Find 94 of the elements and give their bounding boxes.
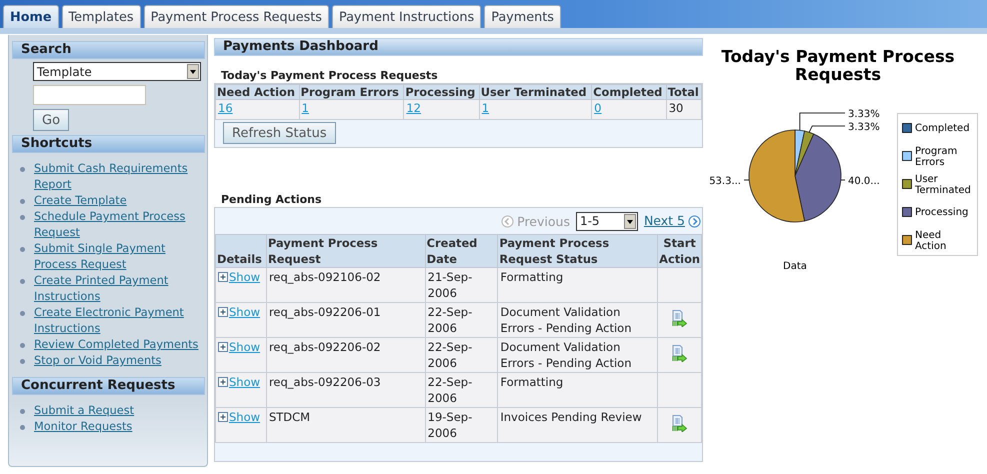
next-link[interactable]: Next 5	[644, 213, 685, 229]
next-icon[interactable]	[688, 214, 701, 228]
shortcut-link[interactable]: Schedule Payment Process Request	[34, 209, 207, 241]
shortcut-link[interactable]: Create Electronic Payment Instructions	[34, 305, 207, 337]
tab[interactable]: Templates	[62, 5, 141, 28]
expand-icon[interactable]	[218, 412, 228, 422]
table-cell: 22-Sep-2006	[425, 302, 498, 338]
legend-label: Program Errors	[915, 146, 958, 168]
column-header: Program Errors	[299, 84, 404, 100]
expand-icon[interactable]	[218, 342, 228, 352]
tab[interactable]: Payment Instructions	[332, 5, 482, 28]
tab[interactable]: Payment Process Requests	[144, 5, 329, 28]
table-cell: Formatting	[498, 372, 658, 408]
bullet-icon	[20, 311, 25, 316]
bullet-icon	[20, 359, 25, 364]
table-cell: 21-Sep-2006	[425, 268, 498, 302]
count-link[interactable]: 1	[482, 101, 490, 115]
data-label: 3.33%	[848, 109, 880, 120]
bullet-icon	[20, 279, 25, 284]
table-cell: 19-Sep-2006	[425, 408, 498, 442]
table-cell: Document Validation Errors - Pending Action	[498, 338, 658, 372]
column-header: User Terminated	[479, 84, 592, 100]
refresh-status-button[interactable]: Refresh Status	[223, 122, 336, 144]
column-header: Total	[666, 84, 702, 100]
page-range-dropdown[interactable]: 1-5	[576, 212, 638, 230]
section-title: Pending Actions	[220, 192, 323, 207]
legend-label: Completed	[915, 123, 970, 134]
go-button[interactable]: Go	[33, 109, 70, 131]
bullet-icon	[20, 247, 25, 252]
count-link[interactable]: 0	[594, 101, 602, 115]
count-link[interactable]: 1	[302, 101, 309, 115]
table-cell: STDCM	[266, 408, 426, 442]
legend-label: Need Action	[915, 230, 946, 252]
table-cell: req_abs-092206-02	[266, 338, 426, 372]
shortcut-link[interactable]: Stop or Void Payments	[34, 353, 162, 369]
shortcut-link[interactable]: Submit a Request	[34, 403, 134, 419]
column-header: Need Action	[216, 84, 300, 100]
bullet-icon	[20, 215, 25, 220]
data-label: 3.33%	[848, 122, 880, 133]
shortcut-link[interactable]: Monitor Requests	[34, 419, 132, 435]
section-header: Shortcuts	[12, 135, 205, 153]
expand-icon[interactable]	[218, 272, 228, 282]
previous-link: Previous	[517, 214, 570, 228]
action-cell[interactable]	[658, 302, 702, 338]
action-cell[interactable]	[658, 408, 702, 442]
column-header: Created Date	[425, 234, 498, 268]
bullet-icon	[20, 167, 25, 172]
document-arrow-icon[interactable]	[672, 414, 688, 432]
table-cell: Document Validation Errors - Pending Action	[498, 302, 658, 338]
action-cell[interactable]	[658, 338, 702, 372]
data-label: 40.0...	[848, 176, 880, 187]
column-header: Payment Process Request Status	[498, 234, 658, 268]
shortcut-link[interactable]: Submit Cash Requirements Report	[34, 161, 207, 193]
column-header: Processing	[404, 84, 480, 100]
table-cell: req_abs-092206-03	[266, 372, 426, 408]
shortcut-link[interactable]: Review Completed Payments	[34, 337, 198, 353]
section-header: Concurrent Requests	[12, 377, 205, 395]
expand-icon[interactable]	[218, 377, 228, 387]
bullet-icon	[20, 199, 25, 204]
shortcut-link[interactable]: Create Template	[34, 193, 127, 209]
tab[interactable]: Home	[3, 5, 59, 28]
count-link[interactable]: 16	[218, 101, 233, 115]
column-header: Payment Process Request	[266, 234, 426, 268]
search-type-dropdown[interactable]: Template	[33, 62, 201, 81]
legend-label: User Terminated	[915, 174, 971, 196]
search-field[interactable]	[33, 85, 146, 105]
expand-icon[interactable]	[218, 307, 228, 317]
legend-label: Processing	[915, 207, 968, 218]
bullet-icon	[20, 425, 25, 430]
table-cell: Formatting	[498, 268, 658, 302]
table-cell: 30	[666, 100, 702, 120]
table-cell: req_abs-092106-02	[266, 268, 426, 302]
table-cell: req_abs-092206-01	[266, 302, 426, 338]
tab[interactable]: Payments	[484, 5, 561, 28]
document-arrow-icon[interactable]	[672, 344, 688, 362]
document-arrow-icon[interactable]	[672, 310, 688, 326]
count-link[interactable]: 12	[406, 101, 421, 115]
table-cell: Invoices Pending Review	[498, 408, 658, 442]
column-header: Completed	[592, 84, 666, 100]
section-header: Search	[12, 41, 205, 59]
column-header: Start Action	[658, 234, 702, 268]
panel-header: Payments Dashboard	[214, 38, 703, 56]
bullet-icon	[20, 409, 25, 414]
section-title: Today's Payment Process Requests	[220, 68, 439, 83]
data-label: 53.3...	[709, 176, 741, 187]
previous-icon	[501, 214, 514, 228]
chart-title: Today's Payment Process Requests	[721, 47, 955, 84]
bullet-icon	[20, 343, 25, 348]
table-cell: 22-Sep-2006	[425, 372, 498, 408]
shortcut-link[interactable]: Create Printed Payment Instructions	[34, 273, 207, 305]
table-cell: 22-Sep-2006	[425, 338, 498, 372]
column-header: Details	[216, 234, 266, 268]
shortcut-link[interactable]: Submit Single Payment Process Request	[34, 241, 207, 273]
axis-label: Data	[783, 261, 807, 272]
